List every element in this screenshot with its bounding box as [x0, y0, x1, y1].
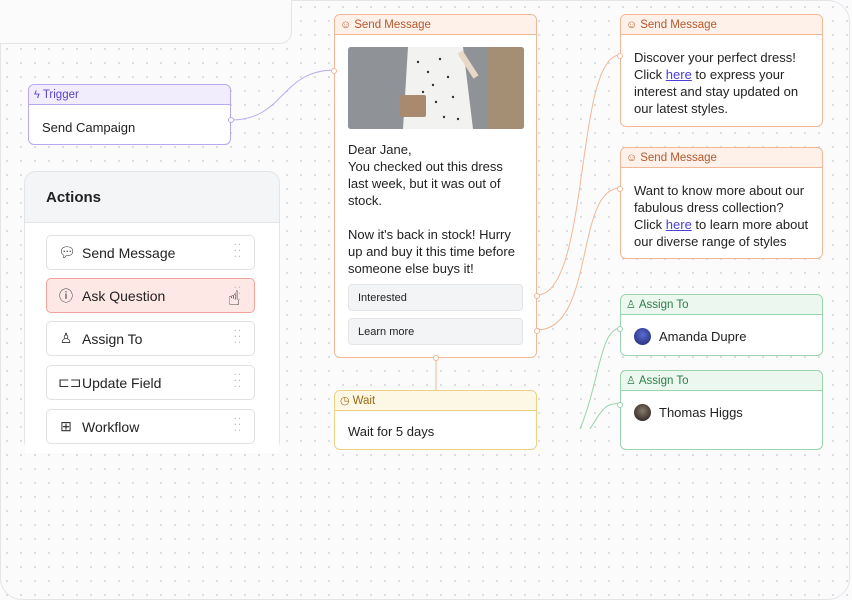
- wait-body: Wait for 5 days: [348, 424, 435, 439]
- drag-handle-icon[interactable]: ⁚⁚ ⁚⁚: [234, 418, 242, 434]
- assignee-name: Amanda Dupre: [659, 329, 747, 344]
- input-handle[interactable]: [617, 326, 623, 332]
- wait-node[interactable]: ◷ Wait Wait for 5 days: [334, 390, 537, 450]
- action-send-message[interactable]: 💬︎ Send Message ⁚⁚ ⁚⁚: [46, 235, 255, 270]
- trigger-output-handle[interactable]: [228, 117, 234, 123]
- actions-list: 💬︎ Send Message ⁚⁚ ⁚⁚ ⓘ Ask Question ⁚⁚ ⁚⁚…: [25, 222, 279, 453]
- send-message-header: ☺ Send Message: [335, 15, 536, 35]
- drag-handle-icon[interactable]: ⁚⁚ ⁚⁚: [234, 244, 242, 260]
- message-icon: ☺: [626, 151, 638, 164]
- action-workflow[interactable]: ⊞ Workflow ⁚⁚ ⁚⁚: [46, 409, 255, 444]
- workflow-icon: ⊞: [60, 418, 72, 434]
- here-link[interactable]: here: [666, 67, 692, 82]
- user-icon: ♙: [626, 375, 636, 387]
- assign-to-node-2[interactable]: ♙ Assign To Thomas Higgs: [617, 370, 823, 450]
- input-handle[interactable]: [331, 68, 337, 74]
- send-message-node-1[interactable]: ☺ Send Message Discover your perfect dre…: [617, 14, 823, 127]
- input-handle[interactable]: [617, 402, 623, 408]
- interested-output-handle[interactable]: [534, 293, 540, 299]
- action-ask-question[interactable]: ⓘ Ask Question ⁚⁚ ⁚⁚ ☝︎: [46, 278, 255, 313]
- input-handle[interactable]: [617, 186, 623, 192]
- actions-title: Actions: [46, 189, 102, 206]
- assign-to-node-1[interactable]: ♙ Assign To Amanda Dupre: [617, 294, 823, 356]
- message-icon: 💬︎: [58, 244, 76, 260]
- field-icon: ⊏⊐: [58, 374, 82, 390]
- lightning-icon: ϟ: [34, 88, 40, 101]
- product-image: [348, 47, 524, 129]
- avatar: [634, 404, 651, 421]
- interested-button[interactable]: Interested: [348, 284, 523, 311]
- message-icon: ☺: [626, 18, 638, 31]
- drag-handle-icon[interactable]: ⁚⁚ ⁚⁚: [234, 374, 242, 390]
- avatar: [634, 328, 651, 345]
- assign-to-header: ♙ Assign To: [621, 295, 822, 315]
- assign-to-header: ♙ Assign To: [621, 371, 822, 391]
- learn-more-output-handle[interactable]: [534, 328, 540, 334]
- wait-header: ◷ Wait: [335, 391, 536, 411]
- send-message-header: ☺ Send Message: [621, 15, 822, 35]
- action-update-field[interactable]: ⊏⊐ Update Field ⁚⁚ ⁚⁚: [46, 365, 255, 400]
- assignee-name: Thomas Higgs: [659, 405, 743, 420]
- here-link[interactable]: here: [666, 217, 692, 232]
- actions-panel: Actions 💬︎ Send Message ⁚⁚ ⁚⁚ ⓘ Ask Quest…: [24, 171, 280, 453]
- trigger-header: ϟ Trigger: [29, 85, 230, 105]
- send-message-header: ☺ Send Message: [621, 148, 822, 168]
- drag-handle-icon[interactable]: ⁚⁚ ⁚⁚: [234, 330, 242, 346]
- send-message-node-2[interactable]: ☺ Send Message Want to know more about o…: [617, 147, 823, 259]
- message-body: Dear Jane, You checked out this dress la…: [348, 142, 515, 276]
- top-panel: [0, 0, 292, 44]
- question-icon: ⓘ: [59, 287, 73, 304]
- trigger-node[interactable]: ϟ Trigger Send Campaign: [28, 84, 234, 145]
- message-icon: ☺: [340, 18, 352, 31]
- clock-icon: ◷: [340, 395, 350, 407]
- bottom-output-handle[interactable]: [433, 355, 439, 361]
- learn-more-button[interactable]: Learn more: [348, 318, 523, 345]
- user-plus-icon: ♙: [59, 330, 73, 346]
- input-handle[interactable]: [617, 53, 623, 59]
- action-assign-to[interactable]: ♙ Assign To ⁚⁚ ⁚⁚: [46, 321, 255, 356]
- message-body: Discover your perfect dress! Click here …: [634, 50, 799, 116]
- hand-cursor-icon: ☝︎: [227, 288, 240, 310]
- message-body: Want to know more about our fabulous dre…: [634, 183, 809, 249]
- user-icon: ♙: [626, 299, 636, 311]
- trigger-label: Send Campaign: [42, 120, 136, 135]
- send-message-node-main[interactable]: ☺ Send Message Dear Jane, You checked ou…: [331, 14, 540, 361]
